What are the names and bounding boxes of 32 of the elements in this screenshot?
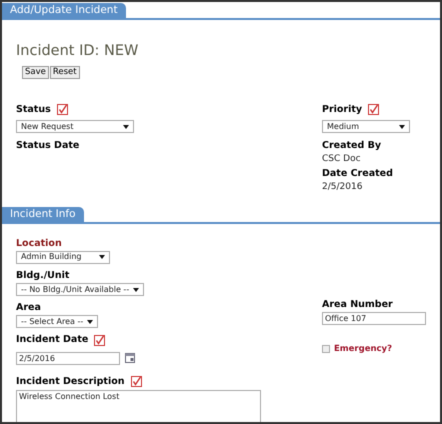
calendar-icon[interactable] bbox=[125, 353, 135, 363]
checkbox[interactable] bbox=[322, 345, 330, 354]
form-button[interactable]: Reset bbox=[50, 66, 80, 79]
field-label: Status Date bbox=[16, 139, 80, 153]
field-label: Area bbox=[16, 301, 41, 315]
form-button[interactable]: Save bbox=[22, 66, 49, 79]
field-value: 2/5/2016 bbox=[322, 181, 364, 194]
dropdown-arrow-icon bbox=[123, 124, 129, 128]
dropdown[interactable]: -- Select Area -- bbox=[16, 315, 98, 328]
text-field[interactable]: Office 107 bbox=[322, 312, 426, 325]
field-value: CSC Doc bbox=[322, 153, 362, 166]
field-label: Area Number bbox=[322, 298, 393, 312]
dropdown[interactable]: Admin Building bbox=[16, 250, 110, 264]
dropdown-arrow-icon bbox=[133, 288, 140, 292]
field-label: Bldg./Unit bbox=[16, 268, 70, 283]
field-label: Priority bbox=[322, 102, 362, 117]
description-field[interactable]: Wireless Connection Lost bbox=[16, 390, 261, 422]
dropdown[interactable]: Medium bbox=[322, 120, 410, 133]
date-field[interactable]: 2/5/2016 bbox=[16, 352, 120, 364]
field-label: Date Created bbox=[322, 166, 393, 181]
dropdown-arrow-icon bbox=[99, 255, 105, 260]
field-label: Incident Date bbox=[16, 333, 88, 348]
dropdown-arrow-icon bbox=[87, 320, 94, 324]
checkbox-label: Emergency? bbox=[334, 342, 392, 356]
field-label: Created By bbox=[322, 139, 382, 153]
page-title: Incident ID: NEW bbox=[16, 42, 140, 61]
field-label: Location bbox=[16, 236, 62, 250]
field-label: Status bbox=[16, 102, 51, 117]
dropdown[interactable]: New Request bbox=[16, 120, 134, 133]
field-label: Incident Description bbox=[16, 374, 124, 388]
dropdown-arrow-icon bbox=[399, 124, 405, 128]
dropdown[interactable]: -- No Bldg./Unit Available -- bbox=[16, 283, 144, 296]
